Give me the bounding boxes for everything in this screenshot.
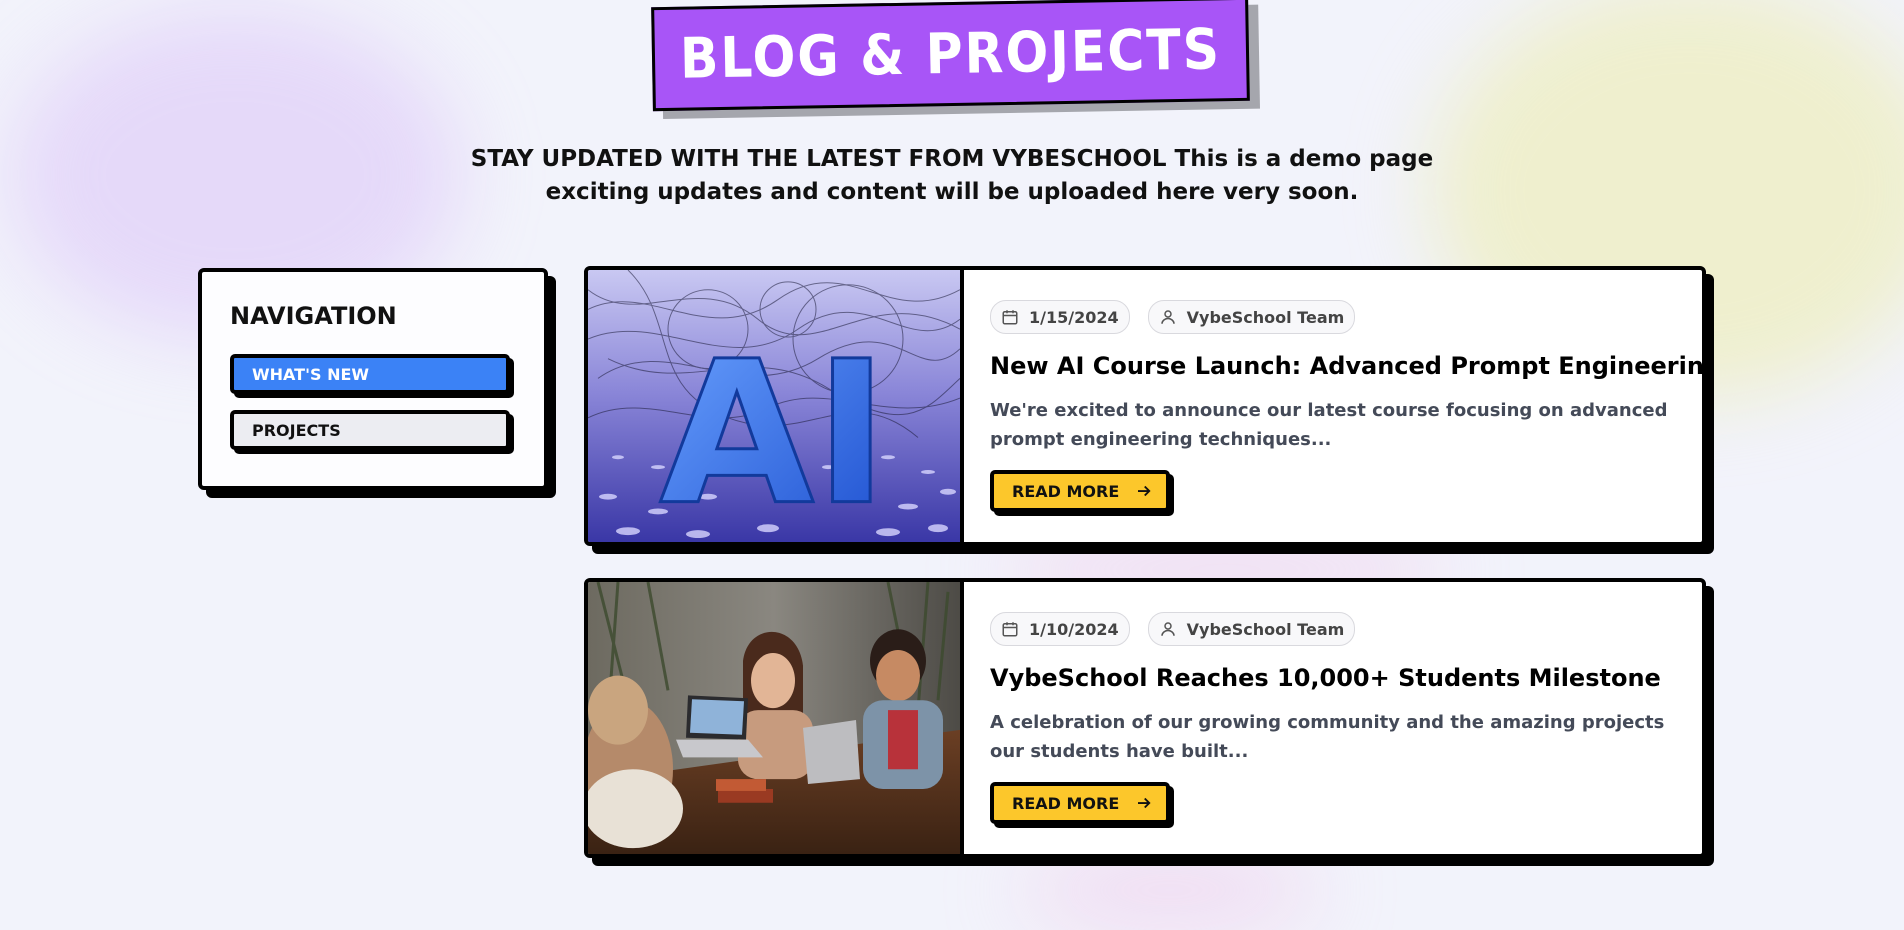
user-icon: [1160, 622, 1175, 636]
post-excerpt: We're excited to announce our latest cou…: [990, 400, 1668, 450]
date-badge: 1/15/2024: [990, 300, 1130, 334]
ai-illustration: AI: [588, 270, 960, 542]
background-blob-pink-bottom: [1020, 850, 1320, 930]
read-more-button[interactable]: READ MORE: [990, 782, 1170, 824]
page-subtitle: STAY UPDATED WITH THE LATEST FROM VYBESC…: [470, 146, 1434, 205]
page-title-badge: BLOG & PROJECTS: [651, 0, 1261, 120]
post-body: 1/10/2024 VybeSchool Team VybeSchool Rea…: [990, 582, 1678, 854]
read-more-label: READ MORE: [1012, 793, 1120, 813]
post-title[interactable]: New AI Course Launch: Advanced Prompt En…: [990, 352, 1702, 380]
post-body: 1/15/2024 VybeSchool Team New AI Course …: [990, 270, 1702, 542]
ai-image-letters: AI: [659, 319, 888, 542]
calendar-icon: [1002, 310, 1018, 325]
nav-item-whats-new[interactable]: WHAT'S NEW: [230, 354, 510, 394]
blog-post-card[interactable]: AI 1/15/2024 VybeSchool Team New AI Cour…: [584, 266, 1706, 546]
arrow-right-icon: [1138, 797, 1151, 809]
title-badge-face: BLOG & PROJECTS: [651, 0, 1250, 112]
post-title[interactable]: VybeSchool Reaches 10,000+ Students Mile…: [990, 664, 1661, 692]
navigation-title: NAVIGATION: [230, 302, 397, 330]
nav-item-projects[interactable]: PROJECTS: [230, 410, 510, 450]
calendar-icon: [1002, 622, 1018, 637]
students-photo: [588, 582, 960, 854]
author-badge: VybeSchool Team: [1147, 300, 1356, 334]
post-date: 1/10/2024: [1029, 619, 1119, 639]
post-author: VybeSchool Team: [1186, 307, 1345, 327]
read-more-button[interactable]: READ MORE: [990, 470, 1170, 512]
arrow-right-icon: [1138, 485, 1151, 497]
post-image-ai: AI: [588, 270, 964, 542]
date-badge: 1/10/2024: [990, 612, 1130, 646]
post-date: 1/15/2024: [1029, 307, 1119, 327]
post-meta: 1/10/2024 VybeSchool Team: [990, 612, 1356, 646]
user-icon: [1160, 310, 1175, 324]
blog-post-card[interactable]: 1/10/2024 VybeSchool Team VybeSchool Rea…: [584, 578, 1706, 858]
post-excerpt: A celebration of our growing community a…: [990, 712, 1665, 762]
navigation-card: NAVIGATION WHAT'S NEW PROJECTS: [198, 268, 548, 490]
page-title: BLOG & PROJECTS: [679, 16, 1222, 92]
post-meta: 1/15/2024 VybeSchool Team: [990, 300, 1356, 334]
author-badge: VybeSchool Team: [1147, 612, 1356, 646]
read-more-label: READ MORE: [1012, 481, 1120, 501]
post-image-students: [588, 582, 964, 854]
post-author: VybeSchool Team: [1186, 619, 1345, 639]
